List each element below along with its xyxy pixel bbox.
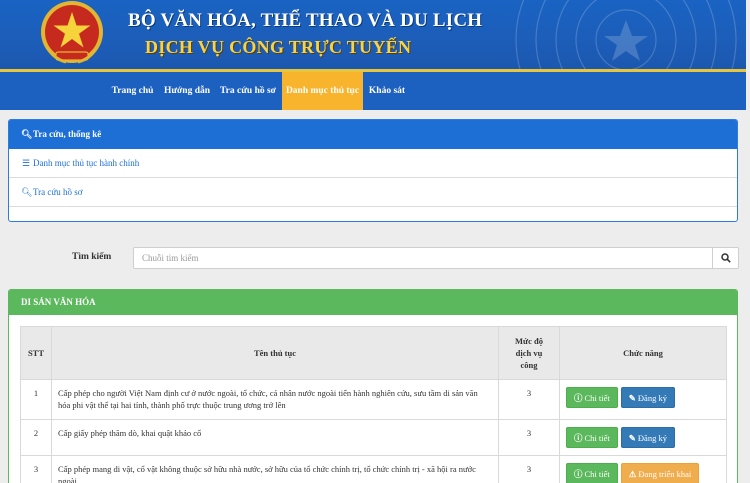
lookup-panel-title: Tra cứu, thống kê [33,129,102,139]
register-button[interactable]: ✎ Đăng ký [620,427,675,448]
lookup-panel-header: 🔍︎Tra cứu, thống kê [9,120,737,149]
row-stt: 1 [20,379,52,420]
register-button[interactable]: ✎ Đăng ký [620,387,675,408]
column-header-stt: STT [20,326,52,380]
row-service-level: 3 [498,419,560,456]
nav-item-procedures[interactable]: Danh mục thủ tục [282,72,363,110]
search-button[interactable] [712,247,739,269]
table-header-row: STT Tên thủ tục Mức độ dịch vụ công Chức… [20,326,727,380]
heritage-section: DI SẢN VĂN HÓA STT Tên thủ tục Mức độ dị… [8,289,738,483]
column-header-level: Mức độ dịch vụ công [498,326,560,380]
national-emblem-logo [41,1,103,64]
ministry-title: BỘ VĂN HÓA, THỂ THAO VÀ DU LỊCH [128,10,483,31]
column-header-actions: Chức năng [559,326,727,380]
warning-icon: ⚠ [628,469,637,479]
edit-icon: ✎ [628,393,636,403]
portal-subtitle: DỊCH VỤ CÔNG TRỰC TUYẾN [145,37,412,57]
search-input[interactable] [133,247,713,269]
table-row: 2 Cấp giấy phép thăm dò, khai quật khảo … [20,419,727,456]
search-icon: 🔍︎ [21,129,33,139]
lookup-panel: 🔍︎Tra cứu, thống kê ☰ Danh mục thủ tục hà… [8,119,738,222]
info-icon: ⓘ [574,393,583,403]
detail-button[interactable]: ⓘ Chi tiết [566,463,618,483]
main-nav: Trang chủ Hướng dẫn Tra cứu hồ sơ Danh m… [0,72,746,110]
site-header: BỘ VĂN HÓA, THỂ THAO VÀ DU LỊCH DỊCH VỤ … [0,0,746,72]
info-icon: ⓘ [574,433,583,443]
column-header-name: Tên thủ tục [51,326,499,380]
nav-item-lookup[interactable]: Tra cứu hồ sơ [216,72,280,110]
table-row: 3 Cấp phép mang di vật, cổ vật không thu… [20,455,727,483]
table-row: 1 Cấp phép cho người Việt Nam định cư ở … [20,379,727,420]
sidebar-item-label: Tra cứu hồ sơ [33,187,83,197]
info-icon: ⓘ [574,469,583,479]
edit-icon: ✎ [628,433,636,443]
procedures-table: STT Tên thủ tục Mức độ dịch vụ công Chức… [20,326,727,483]
row-service-level: 3 [498,379,560,420]
row-actions: ⓘ Chi tiết ✎ Đăng ký [559,419,727,456]
search-icon [720,253,731,263]
sidebar-item-label: Danh mục thủ tục hành chính [33,158,140,168]
row-procedure-name: Cấp phép mang di vật, cổ vật không thuộc… [51,455,499,483]
sidebar-item-procedures[interactable]: ☰ Danh mục thủ tục hành chính [9,149,737,178]
row-actions: ⓘ Chi tiết ⚠ Đang triển khai [559,455,727,483]
row-procedure-name: Cấp giấy phép thăm dò, khai quật khảo cổ [51,419,499,456]
search-icon: 🔍︎ [21,187,33,197]
detail-button[interactable]: ⓘ Chi tiết [566,427,618,448]
row-actions: ⓘ Chi tiết ✎ Đăng ký [559,379,727,420]
nav-item-home[interactable]: Trang chủ [106,72,159,110]
nav-item-guide[interactable]: Hướng dẫn [161,72,213,110]
row-procedure-name: Cấp phép cho người Việt Nam định cư ở nư… [51,379,499,420]
row-stt: 2 [20,419,52,456]
nav-item-survey[interactable]: Khảo sát [365,72,409,110]
in-progress-button[interactable]: ⚠ Đang triển khai [620,463,700,483]
section-title: DI SẢN VĂN HÓA [9,290,737,315]
search-label: Tìm kiếm [72,252,112,262]
row-service-level: 3 [498,455,560,483]
row-stt: 3 [20,455,52,483]
detail-button[interactable]: ⓘ Chi tiết [566,387,618,408]
sidebar-item-lookup[interactable]: 🔍︎Tra cứu hồ sơ [9,178,737,207]
page: BỘ VĂN HÓA, THỂ THAO VÀ DU LỊCH DỊCH VỤ … [0,0,750,483]
list-icon: ☰ [21,158,31,168]
